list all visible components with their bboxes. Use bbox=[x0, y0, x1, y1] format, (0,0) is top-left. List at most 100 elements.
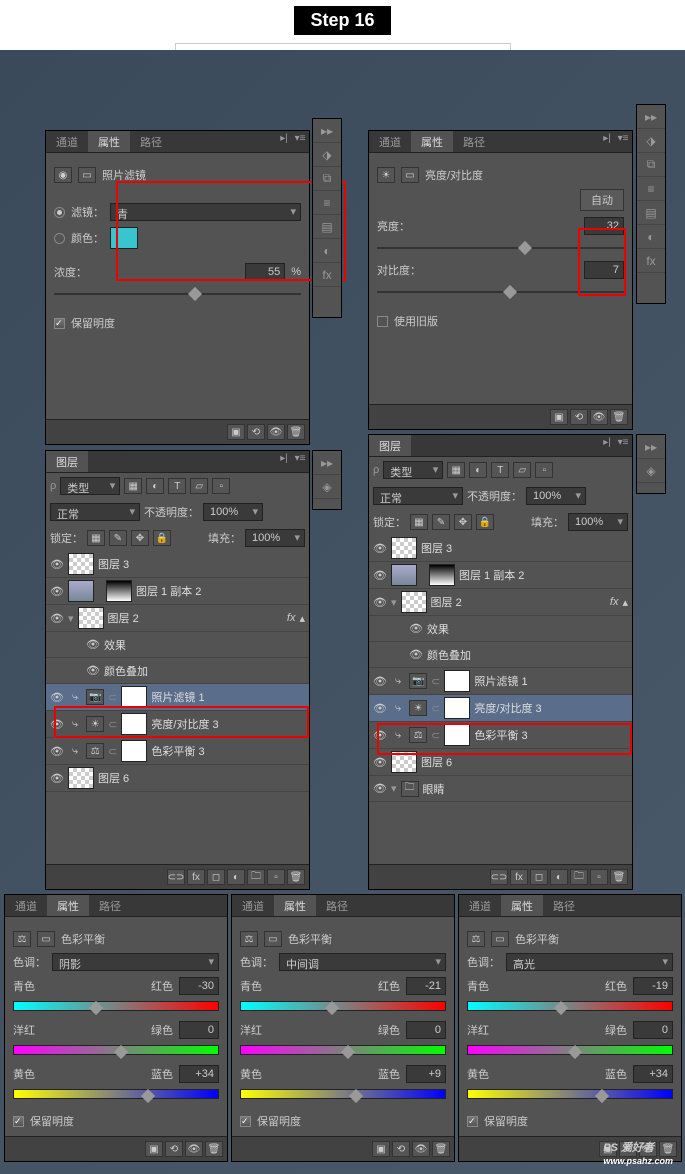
tab-properties[interactable]: 属性 bbox=[88, 131, 130, 152]
filter-type-dropdown[interactable]: 类型 bbox=[60, 477, 120, 495]
filter-adj-icon[interactable]: ◐ bbox=[146, 478, 164, 494]
tab-channel[interactable]: 通道 bbox=[46, 131, 88, 152]
menu-icon[interactable]: ▾≡ bbox=[293, 133, 307, 147]
layer-row[interactable]: 👁图层 1 副本 2 bbox=[369, 562, 632, 589]
reset-icon[interactable]: ⟲ bbox=[165, 1141, 183, 1157]
collapse-icon[interactable]: ▸| bbox=[277, 453, 291, 467]
mask-thumb[interactable] bbox=[106, 580, 132, 602]
eye-icon[interactable]: 👁 bbox=[86, 664, 100, 677]
preserve-checkbox[interactable] bbox=[13, 1116, 24, 1127]
tool-btn[interactable]: ▤ bbox=[637, 201, 665, 225]
visibility-icon[interactable]: 👁 bbox=[267, 424, 285, 440]
fx-row[interactable]: 👁效果 bbox=[46, 632, 309, 658]
blend-mode-dropdown[interactable]: 正常 bbox=[373, 487, 463, 505]
reset-icon[interactable]: ⟲ bbox=[570, 409, 588, 425]
visibility-icon[interactable]: 👁 bbox=[590, 409, 608, 425]
eye-icon[interactable]: 👁 bbox=[50, 691, 64, 704]
filter-pixel-icon[interactable]: ▦ bbox=[447, 462, 465, 478]
tool-btn[interactable]: ⬗ bbox=[637, 129, 665, 153]
reset-icon[interactable]: ⟲ bbox=[247, 424, 265, 440]
eye-icon[interactable]: 👁 bbox=[373, 729, 387, 742]
filter-pixel-icon[interactable]: ▦ bbox=[124, 478, 142, 494]
tool-btn[interactable]: ▸▸ bbox=[637, 435, 665, 459]
eye-icon[interactable]: 👁 bbox=[373, 756, 387, 769]
trash-icon[interactable]: 🗑 bbox=[432, 1141, 450, 1157]
fx-icon[interactable]: fx bbox=[187, 869, 205, 885]
filter-type-dropdown[interactable]: 类型 bbox=[383, 461, 443, 479]
layer-thumb[interactable] bbox=[68, 580, 94, 602]
legacy-checkbox[interactable] bbox=[377, 316, 388, 327]
eye-icon[interactable]: 👁 bbox=[373, 675, 387, 688]
tool-btn[interactable]: ◐ bbox=[313, 239, 341, 263]
mask-icon[interactable]: ◻ bbox=[530, 869, 548, 885]
filter-smart-icon[interactable]: ▫ bbox=[212, 478, 230, 494]
tool-btn[interactable]: fx bbox=[313, 263, 341, 287]
tool-btn[interactable]: ◈ bbox=[313, 475, 341, 499]
group-icon[interactable]: 🗀 bbox=[247, 869, 265, 885]
eye-icon[interactable]: 👁 bbox=[50, 558, 64, 571]
tab-channel[interactable]: 通道 bbox=[5, 895, 47, 916]
tool-btn[interactable]: fx bbox=[637, 249, 665, 273]
clip-icon[interactable]: ▣ bbox=[550, 409, 568, 425]
adj-icon[interactable]: ◐ bbox=[550, 869, 568, 885]
filter-shape-icon[interactable]: ▱ bbox=[190, 478, 208, 494]
filter-adj-icon[interactable]: ◐ bbox=[469, 462, 487, 478]
yb-slider[interactable] bbox=[13, 1089, 219, 1103]
trash-icon[interactable]: 🗑 bbox=[287, 869, 305, 885]
eye-icon[interactable]: 👁 bbox=[409, 648, 423, 661]
visibility-icon[interactable]: 👁 bbox=[412, 1141, 430, 1157]
tool-btn[interactable]: ≡ bbox=[313, 191, 341, 215]
mg-slider[interactable] bbox=[240, 1045, 446, 1059]
eye-icon[interactable]: 👁 bbox=[409, 622, 423, 635]
eye-icon[interactable]: 👁 bbox=[373, 782, 387, 795]
mask-thumb[interactable] bbox=[121, 686, 147, 708]
mask-thumb[interactable] bbox=[444, 697, 470, 719]
layer-row[interactable]: 👁⤷☀⊂亮度/对比度 3 bbox=[369, 695, 632, 722]
mg-input[interactable]: 0 bbox=[633, 1021, 673, 1039]
lock-paint-icon[interactable]: ✎ bbox=[432, 514, 450, 530]
fx-row[interactable]: 👁颜色叠加 bbox=[369, 642, 632, 668]
preserve-checkbox[interactable] bbox=[240, 1116, 251, 1127]
new-icon[interactable]: ▫ bbox=[590, 869, 608, 885]
preserve-checkbox[interactable] bbox=[467, 1116, 478, 1127]
new-icon[interactable]: ▫ bbox=[267, 869, 285, 885]
lock-paint-icon[interactable]: ✎ bbox=[109, 530, 127, 546]
tool-btn[interactable]: ⬗ bbox=[313, 143, 341, 167]
trash-icon[interactable]: 🗑 bbox=[287, 424, 305, 440]
yb-slider[interactable] bbox=[467, 1089, 673, 1103]
trash-icon[interactable]: 🗑 bbox=[205, 1141, 223, 1157]
fx-badge[interactable]: fx bbox=[287, 612, 296, 624]
mask-thumb[interactable] bbox=[444, 670, 470, 692]
layer-row[interactable]: 👁图层 1 副本 2 bbox=[46, 578, 309, 605]
cr-input[interactable]: -19 bbox=[633, 977, 673, 995]
tool-btn[interactable]: ▸▸ bbox=[637, 105, 665, 129]
tab-path[interactable]: 路径 bbox=[89, 895, 131, 916]
layer-row[interactable]: 👁图层 3 bbox=[369, 535, 632, 562]
cr-slider[interactable] bbox=[467, 1001, 673, 1015]
yb-input[interactable]: +34 bbox=[179, 1065, 219, 1083]
tab-layers[interactable]: 图层 bbox=[369, 435, 411, 456]
tab-layers[interactable]: 图层 bbox=[46, 451, 88, 472]
filter-smart-icon[interactable]: ▫ bbox=[535, 462, 553, 478]
cr-input[interactable]: -30 bbox=[179, 977, 219, 995]
tab-channel[interactable]: 通道 bbox=[369, 131, 411, 152]
eye-icon[interactable]: 👁 bbox=[50, 745, 64, 758]
reset-icon[interactable]: ⟲ bbox=[392, 1141, 410, 1157]
layer-row[interactable]: 👁▾🗀眼睛 bbox=[369, 776, 632, 802]
fx-row[interactable]: 👁颜色叠加 bbox=[46, 658, 309, 684]
opacity-input[interactable]: 100% bbox=[203, 503, 263, 521]
color-radio[interactable] bbox=[54, 233, 65, 244]
preserve-lum-checkbox[interactable] bbox=[54, 318, 65, 329]
tab-channel[interactable]: 通道 bbox=[459, 895, 501, 916]
filter-text-icon[interactable]: T bbox=[168, 478, 186, 494]
filter-text-icon[interactable]: T bbox=[491, 462, 509, 478]
tab-properties[interactable]: 属性 bbox=[411, 131, 453, 152]
mask-icon[interactable]: ◻ bbox=[207, 869, 225, 885]
mask-thumb[interactable] bbox=[121, 740, 147, 762]
eye-icon[interactable]: 👁 bbox=[50, 718, 64, 731]
lock-pos-icon[interactable]: ✥ bbox=[454, 514, 472, 530]
layer-row[interactable]: 👁图层 6 bbox=[46, 765, 309, 792]
collapse-icon[interactable]: ▸| bbox=[600, 437, 614, 451]
cr-slider[interactable] bbox=[13, 1001, 219, 1015]
tab-properties[interactable]: 属性 bbox=[501, 895, 543, 916]
